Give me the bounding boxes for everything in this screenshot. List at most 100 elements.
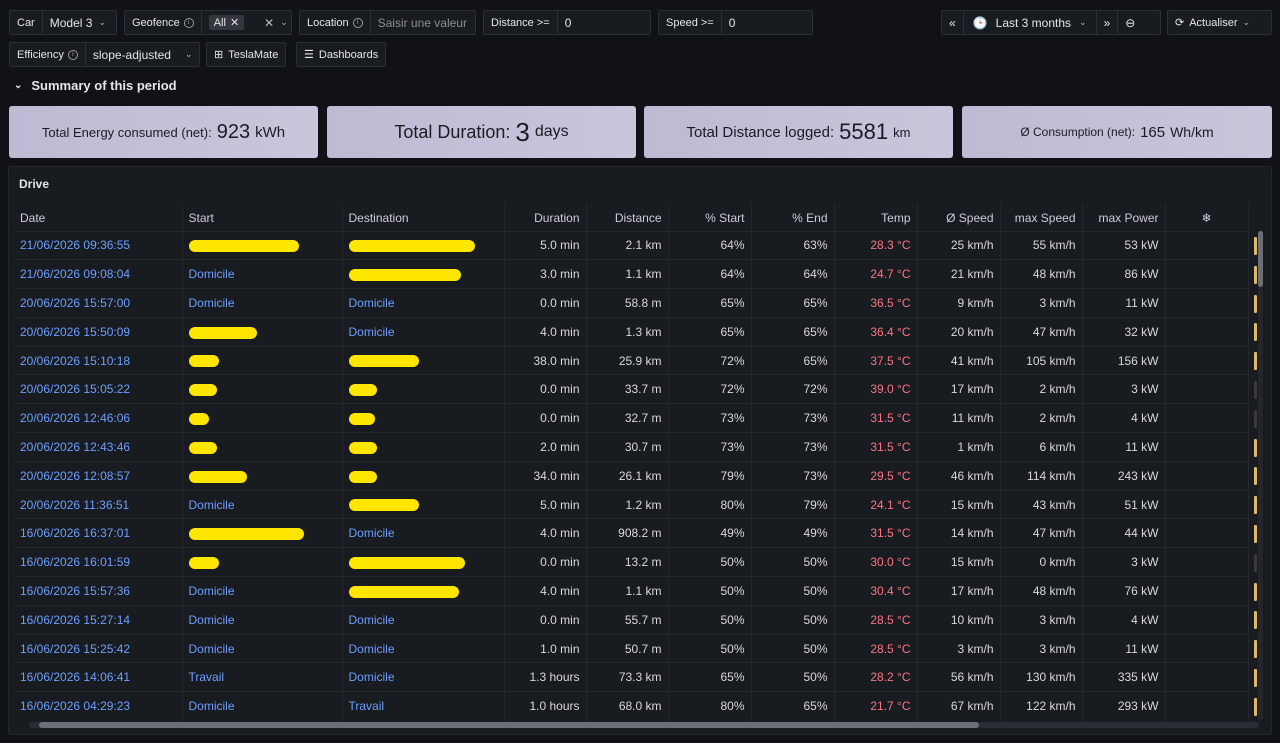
col-temp[interactable]: Temp	[834, 205, 918, 231]
time-back-button[interactable]: «	[942, 11, 964, 34]
remove-chip-icon[interactable]: ✕	[230, 16, 239, 29]
time-forward-button[interactable]: »	[1097, 11, 1119, 34]
scrollbar-thumb[interactable]	[39, 722, 979, 728]
col-start[interactable]: Start	[182, 205, 343, 231]
refresh-button[interactable]: ⟳ Actualiser ⌄	[1167, 10, 1272, 35]
row-destination-link[interactable]: Travail	[342, 691, 505, 721]
row-start-link[interactable]	[182, 316, 343, 347]
row-start-link[interactable]: Travail	[182, 662, 343, 692]
scrollbar-thumb[interactable]	[1258, 231, 1263, 287]
distance-input[interactable]: 0	[558, 11, 579, 34]
row-start-link[interactable]: Domicile	[182, 633, 343, 663]
speed-filter[interactable]: Speed >= 0	[658, 10, 813, 35]
row-start-link[interactable]	[182, 460, 343, 491]
row-destination-link[interactable]: Domicile	[342, 662, 505, 692]
row-destination-link[interactable]	[342, 374, 505, 404]
row-destination-link[interactable]	[342, 345, 505, 375]
row-date-link[interactable]: 20/06/2026 15:05:22	[14, 374, 183, 404]
row-date-link[interactable]: 16/06/2026 16:01:59	[14, 547, 183, 577]
row-start-link[interactable]: Domicile	[182, 288, 343, 318]
col-date[interactable]: Date	[14, 205, 183, 231]
time-picker[interactable]: « 🕒 Last 3 months ⌄ » ⊖	[941, 10, 1161, 35]
table-row[interactable]: 20/06/2026 11:36:51 Domicile 5.0 min 1.2 km…	[14, 489, 1249, 519]
row-destination-link[interactable]	[342, 432, 505, 462]
table-row[interactable]: 21/06/2026 09:08:04 Domicile 3.0 min 1.1 km…	[14, 259, 1249, 289]
row-start-link[interactable]: Domicile	[182, 691, 343, 721]
row-destination-link[interactable]: Domicile	[342, 288, 505, 318]
table-row[interactable]: 16/06/2026 15:57:36 Domicile 4.0 min 1.1 km…	[14, 576, 1249, 606]
row-destination-link[interactable]	[342, 259, 505, 289]
table-row[interactable]: 20/06/2026 15:50:09 Domicile 4.0 min 1.3 km…	[14, 316, 1249, 347]
row-destination-link[interactable]	[342, 489, 505, 519]
row-date-link[interactable]: 20/06/2026 12:08:57	[14, 460, 183, 491]
table-row[interactable]: 16/06/2026 16:37:01 Domicile 4.0 min 908.2 …	[14, 518, 1249, 548]
table-row[interactable]: 20/06/2026 15:57:00 Domicile Domicile 0.0 m…	[14, 288, 1249, 318]
table-row[interactable]: 20/06/2026 15:10:18 38.0 min 25.9 km 72% 65%…	[14, 345, 1249, 375]
distance-filter[interactable]: Distance >= 0	[483, 10, 651, 35]
geofence-select[interactable]: Geofence i All ✕ ✕ ⌄	[124, 10, 292, 35]
col-distance[interactable]: Distance	[586, 205, 669, 231]
speed-input[interactable]: 0	[722, 11, 743, 34]
row-destination-link[interactable]: Domicile	[342, 316, 505, 347]
table-row[interactable]: 16/06/2026 15:27:14 Domicile Domicile 0.0 m…	[14, 604, 1249, 635]
row-date-link[interactable]: 20/06/2026 12:46:06	[14, 403, 183, 433]
col-destination[interactable]: Destination	[342, 205, 505, 231]
row-start-link[interactable]	[182, 547, 343, 577]
row-date-link[interactable]: 20/06/2026 15:10:18	[14, 345, 183, 375]
col-avg-speed[interactable]: Ø Speed	[917, 205, 1001, 231]
row-date-link[interactable]: 16/06/2026 16:37:01	[14, 518, 183, 548]
clear-icon[interactable]: ✕	[264, 16, 274, 30]
table-row[interactable]: 16/06/2026 04:29:23 Domicile Travail 1.0 ho…	[14, 691, 1249, 721]
row-start-link[interactable]: Domicile	[182, 259, 343, 289]
table-row[interactable]: 20/06/2026 12:08:57 34.0 min 26.1 km 79% 73%…	[14, 460, 1249, 491]
time-range-button[interactable]: 🕒 Last 3 months ⌄	[964, 11, 1097, 34]
row-date-link[interactable]: 16/06/2026 04:29:23	[14, 691, 183, 721]
table-row[interactable]: 20/06/2026 12:43:46 2.0 min 30.7 m 73% 73% 31…	[14, 432, 1249, 462]
row-date-link[interactable]: 21/06/2026 09:36:55	[14, 230, 183, 260]
row-start-link[interactable]	[182, 230, 343, 260]
row-start-link[interactable]: Domicile	[182, 604, 343, 635]
col-duration[interactable]: Duration	[504, 205, 587, 231]
row-date-link[interactable]: 16/06/2026 14:06:41	[14, 662, 183, 692]
col-start-soc[interactable]: % Start	[668, 205, 752, 231]
row-start-link[interactable]	[182, 374, 343, 404]
row-destination-link[interactable]: Domicile	[342, 633, 505, 663]
col-max-speed[interactable]: max Speed	[1000, 205, 1083, 231]
row-destination-link[interactable]	[342, 403, 505, 433]
row-date-link[interactable]: 16/06/2026 15:25:42	[14, 633, 183, 663]
row-start-link[interactable]	[182, 432, 343, 462]
table-row[interactable]: 16/06/2026 15:25:42 Domicile Domicile 1.0 m…	[14, 633, 1249, 663]
row-destination-link[interactable]: Domicile	[342, 604, 505, 635]
row-start-link[interactable]	[182, 403, 343, 433]
row-start-link[interactable]: Domicile	[182, 489, 343, 519]
teslamate-link[interactable]: ⊞ TeslaMate	[206, 42, 287, 67]
row-date-link[interactable]: 20/06/2026 12:43:46	[14, 432, 183, 462]
col-max-power[interactable]: max Power	[1082, 205, 1166, 231]
row-start-link[interactable]: Domicile	[182, 576, 343, 606]
col-end-soc[interactable]: % End	[751, 205, 835, 231]
zoom-out-icon[interactable]: ⊖	[1118, 11, 1142, 34]
row-date-link[interactable]: 16/06/2026 15:27:14	[14, 604, 183, 635]
snowflake-icon[interactable]: ❄	[1165, 205, 1249, 231]
table-row[interactable]: 16/06/2026 16:01:59 0.0 min 13.2 m 50% 50% 30…	[14, 547, 1249, 577]
efficiency-select[interactable]: Efficiency i slope-adjusted ⌄	[9, 42, 200, 67]
row-date-link[interactable]: 20/06/2026 15:57:00	[14, 288, 183, 318]
row-destination-link[interactable]	[342, 547, 505, 577]
row-date-link[interactable]: 21/06/2026 09:08:04	[14, 259, 183, 289]
table-row[interactable]: 20/06/2026 15:05:22 0.0 min 33.7 m 72% 72% 39…	[14, 374, 1249, 404]
row-destination-link[interactable]	[342, 460, 505, 491]
row-date-link[interactable]: 20/06/2026 11:36:51	[14, 489, 183, 519]
table-row[interactable]: 20/06/2026 12:46:06 0.0 min 32.7 m 73% 73% 31…	[14, 403, 1249, 433]
dashboards-link[interactable]: ☰ Dashboards	[296, 42, 387, 67]
row-date-link[interactable]: 20/06/2026 15:50:09	[14, 316, 183, 347]
location-filter[interactable]: Location i Saisir une valeur	[299, 10, 476, 35]
geofence-chip[interactable]: All ✕	[208, 15, 245, 30]
row-date-link[interactable]: 16/06/2026 15:57:36	[14, 576, 183, 606]
summary-row-toggle[interactable]: ⌄ Summary of this period	[14, 78, 177, 93]
location-input[interactable]: Saisir une valeur	[371, 11, 474, 34]
row-destination-link[interactable]	[342, 230, 505, 260]
table-row[interactable]: 16/06/2026 14:06:41 Travail Domicile 1.3 ho…	[14, 662, 1249, 692]
vertical-scrollbar[interactable]	[1258, 231, 1263, 721]
row-destination-link[interactable]	[342, 576, 505, 606]
car-select[interactable]: Car Model 3 ⌄	[9, 10, 117, 35]
